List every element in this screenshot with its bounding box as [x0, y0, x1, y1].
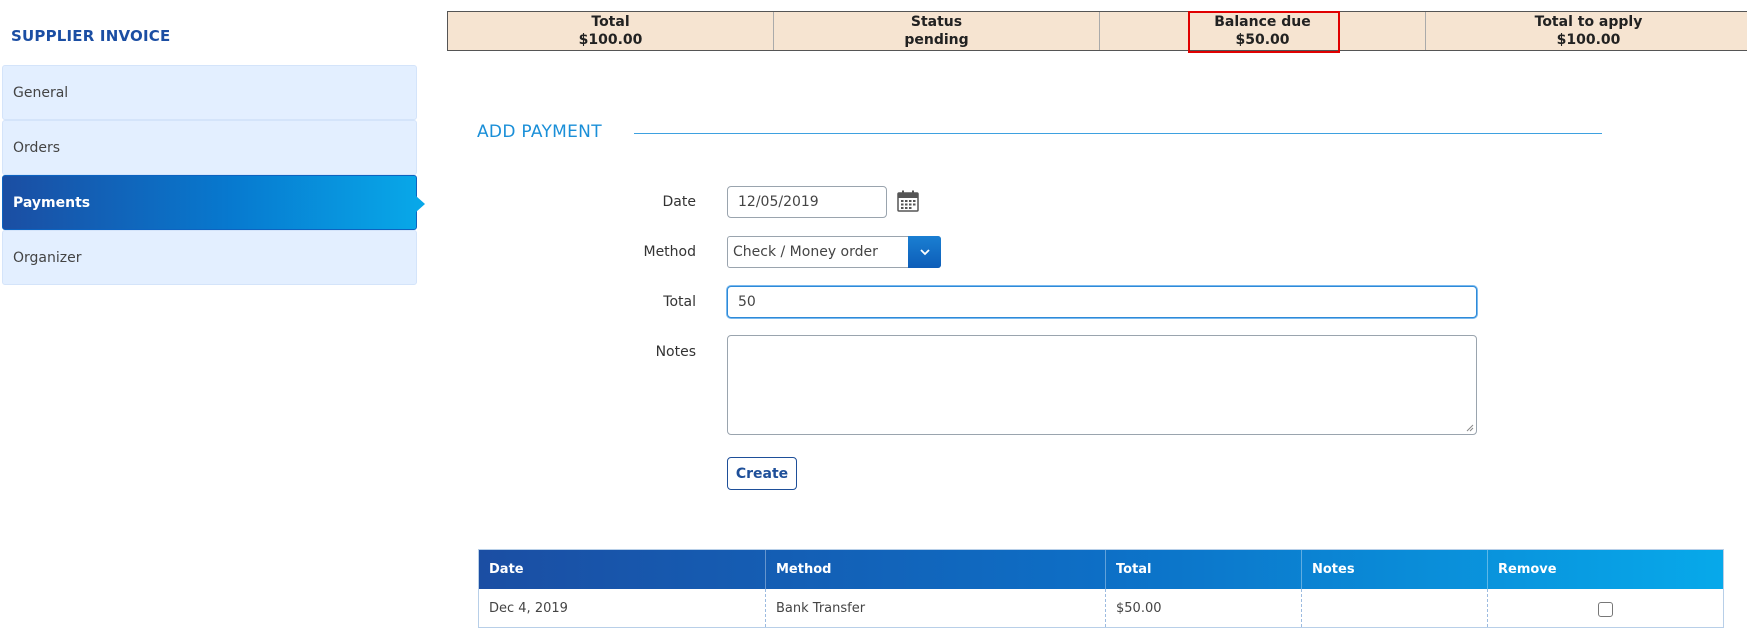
summary-total-to-apply-value: $100.00 — [1556, 32, 1621, 48]
calendar-icon[interactable] — [897, 190, 919, 212]
sidebar-item-general[interactable]: General — [2, 65, 417, 120]
add-payment-heading: ADD PAYMENT — [477, 122, 602, 142]
cell-total: $50.00 — [1106, 589, 1302, 627]
summary-total-to-apply: Total to apply $100.00 — [1426, 12, 1747, 50]
notes-textarea[interactable] — [727, 335, 1477, 435]
cell-notes — [1302, 589, 1488, 627]
summary-total-to-apply-label: Total to apply — [1534, 14, 1643, 30]
date-input[interactable] — [727, 186, 887, 218]
column-header-method[interactable]: Method — [766, 550, 1106, 589]
column-header-date[interactable]: Date — [479, 550, 766, 589]
summary-total-label: Total — [591, 14, 630, 30]
method-selected-value: Check / Money order — [733, 244, 878, 260]
method-label: Method — [643, 244, 696, 260]
method-dropdown-button[interactable] — [908, 236, 941, 268]
table-row: Dec 4, 2019 Bank Transfer $50.00 — [479, 589, 1723, 627]
summary-status-value: pending — [904, 32, 969, 48]
summary-balance-due-label: Balance due — [1214, 14, 1311, 30]
summary-status: Status pending — [774, 12, 1100, 50]
cell-date: Dec 4, 2019 — [479, 589, 766, 627]
column-header-total[interactable]: Total — [1106, 550, 1302, 589]
sidebar-item-label: Payments — [13, 194, 91, 211]
payments-table: Date Method Total Notes Remove Dec 4, 20… — [478, 549, 1724, 628]
sidebar-item-label: Organizer — [13, 249, 82, 266]
remove-checkbox[interactable] — [1598, 601, 1613, 617]
method-select[interactable]: Check / Money order — [727, 236, 941, 268]
create-button[interactable]: Create — [727, 457, 797, 490]
total-input[interactable] — [727, 286, 1477, 318]
cell-remove — [1488, 589, 1723, 627]
sidebar-item-orders[interactable]: Orders — [2, 120, 417, 175]
column-header-remove[interactable]: Remove — [1488, 550, 1723, 589]
notes-label: Notes — [655, 344, 696, 360]
invoice-summary-bar: Total $100.00 Status pending Balance due… — [447, 11, 1747, 51]
total-label: Total — [663, 294, 696, 310]
summary-total-value: $100.00 — [578, 32, 643, 48]
summary-balance-due-value: $50.00 — [1235, 32, 1290, 48]
date-label: Date — [662, 194, 696, 210]
sidebar-item-label: Orders — [13, 139, 61, 156]
sidebar-item-organizer[interactable]: Organizer — [2, 230, 417, 285]
summary-balance-due: Balance due $50.00 — [1100, 12, 1426, 50]
summary-total: Total $100.00 — [448, 12, 774, 50]
sidebar-item-label: General — [13, 84, 69, 101]
column-header-notes[interactable]: Notes — [1302, 550, 1488, 589]
cell-method: Bank Transfer — [766, 589, 1106, 627]
page-title: SUPPLIER INVOICE — [11, 27, 171, 45]
resize-grip-icon[interactable] — [1466, 424, 1474, 432]
table-header: Date Method Total Notes Remove — [479, 550, 1723, 589]
sidebar-item-payments[interactable]: Payments — [2, 175, 425, 230]
chevron-down-icon — [919, 249, 930, 256]
section-divider — [634, 133, 1602, 134]
summary-status-label: Status — [910, 14, 963, 30]
